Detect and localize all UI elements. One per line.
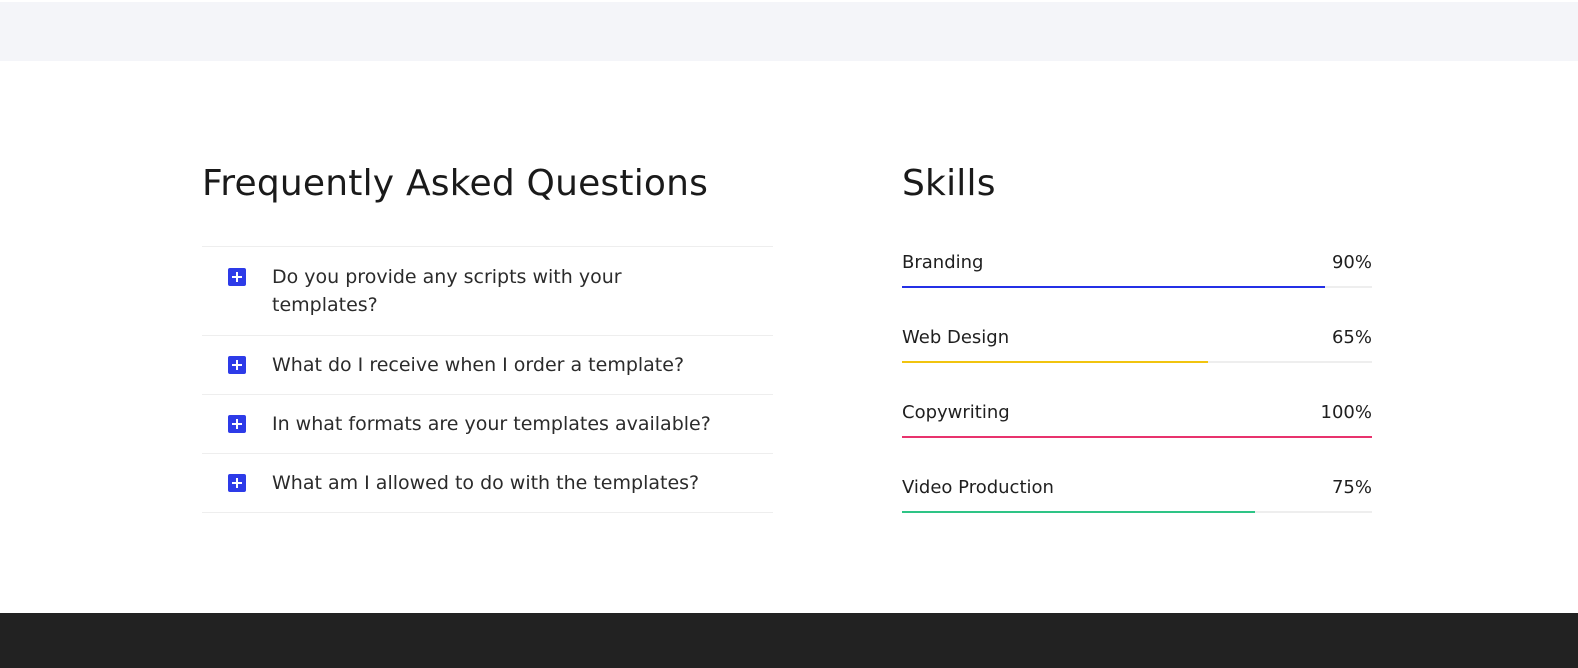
skill-track bbox=[902, 511, 1372, 513]
faq-item[interactable]: In what formats are your templates avail… bbox=[202, 395, 773, 454]
skill-percent: 100% bbox=[1320, 402, 1372, 423]
skill-row: Copywriting 100% bbox=[902, 396, 1372, 471]
skill-bar bbox=[902, 511, 1255, 513]
faq-question: In what formats are your templates avail… bbox=[272, 413, 711, 435]
skill-row: Video Production 75% bbox=[902, 471, 1372, 546]
skills-title: Skills bbox=[902, 163, 996, 204]
faq-accordion: Do you provide any scripts with your tem… bbox=[202, 246, 773, 513]
skill-percent: 65% bbox=[1331, 327, 1372, 348]
plus-icon[interactable] bbox=[228, 356, 246, 374]
plus-icon[interactable] bbox=[228, 474, 246, 492]
faq-item[interactable]: What am I allowed to do with the templat… bbox=[202, 454, 773, 513]
skill-label: Video Production bbox=[902, 477, 1054, 498]
skill-label: Web Design bbox=[902, 327, 1010, 348]
top-band bbox=[0, 0, 1578, 61]
plus-icon[interactable] bbox=[228, 415, 246, 433]
faq-question: What do I receive when I order a templat… bbox=[272, 354, 685, 376]
skill-row: Branding 90% bbox=[902, 246, 1372, 321]
skill-label: Branding bbox=[902, 252, 984, 273]
skill-label: Copywriting bbox=[902, 402, 1010, 423]
faq-question: What am I allowed to do with the templat… bbox=[272, 472, 700, 494]
faq-item[interactable]: Do you provide any scripts with your tem… bbox=[202, 247, 773, 336]
faq-question: Do you provide any scripts with your tem… bbox=[272, 266, 622, 316]
skill-percent: 90% bbox=[1331, 252, 1372, 273]
faq-item[interactable]: What do I receive when I order a templat… bbox=[202, 336, 773, 395]
skill-bar bbox=[902, 286, 1325, 288]
skills-list: Branding 90% Web Design 65% Copywriting … bbox=[902, 246, 1372, 546]
skill-row: Web Design 65% bbox=[902, 321, 1372, 396]
faq-title: Frequently Asked Questions bbox=[202, 163, 709, 204]
skill-bar bbox=[902, 361, 1208, 363]
skill-bar bbox=[902, 436, 1372, 438]
footer-band bbox=[0, 613, 1578, 668]
skill-percent: 75% bbox=[1331, 477, 1372, 498]
skill-track bbox=[902, 286, 1372, 288]
skill-track bbox=[902, 361, 1372, 363]
skill-track bbox=[902, 436, 1372, 438]
plus-icon[interactable] bbox=[228, 268, 246, 286]
